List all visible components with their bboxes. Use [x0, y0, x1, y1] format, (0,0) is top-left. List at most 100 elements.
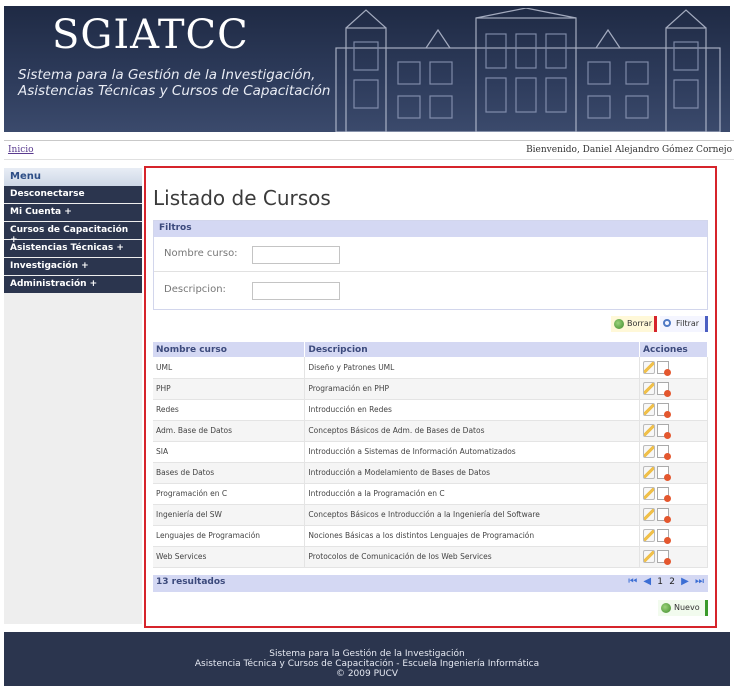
edit-icon[interactable]	[643, 487, 656, 500]
course-description-cell: Diseño y Patrones UML	[304, 357, 641, 379]
page-title: Listado de Cursos	[153, 186, 331, 210]
sidebar-item-administracion[interactable]: Administración +	[4, 276, 142, 293]
first-page-icon[interactable]: ⏮	[628, 576, 637, 587]
table-row: PHP Programación en PHP	[153, 378, 708, 400]
edit-icon[interactable]	[643, 360, 656, 374]
filter-row-nombre: Nombre curso:	[154, 238, 707, 272]
filters-panel: Filtros Nombre curso: Descripcion:	[153, 220, 708, 310]
nuevo-button[interactable]: Nuevo	[658, 600, 708, 616]
borrar-label: Borrar	[627, 319, 653, 328]
courses-table: Nombre curso Descripcion Acciones UML Dis…	[153, 342, 708, 568]
delete-icon[interactable]	[657, 508, 672, 523]
table-row: Lenguajes de Programación Nociones Básica…	[153, 525, 708, 547]
course-name-cell: Programación en C	[153, 483, 306, 505]
header-nombre-curso[interactable]: Nombre curso	[153, 342, 306, 357]
table-row: Ingeniería del SW Conceptos Básicos e Int…	[153, 504, 708, 526]
course-description-cell: Programación en PHP	[304, 378, 641, 400]
table-row: Bases de Datos Introducción a Modelamient…	[153, 462, 708, 484]
delete-icon[interactable]	[657, 445, 672, 460]
table-body: UML Diseño y Patrones UML PHP Programación …	[153, 357, 708, 568]
course-name-cell: PHP	[153, 378, 306, 400]
delete-icon[interactable]	[657, 360, 672, 376]
descripcion-label: Descripcion:	[164, 284, 226, 295]
actions-cell	[639, 525, 708, 547]
course-description-cell: Nociones Básicas a los distintos Lenguaj…	[304, 525, 641, 547]
delete-icon[interactable]	[657, 382, 672, 397]
menu-title: Menu	[4, 168, 142, 186]
page-2-link[interactable]: 2	[669, 577, 675, 587]
course-description-cell: Protocolos de Comunicación de los Web Se…	[304, 546, 641, 568]
sidebar: Menu Desconectarse Mi Cuenta + Cursos de…	[4, 168, 142, 624]
sidebar-item-asistencias[interactable]: Asistencias Técnicas +	[4, 240, 142, 257]
next-page-icon[interactable]: ▶	[681, 576, 689, 587]
table-row: Programación en C Introducción a la Progr…	[153, 483, 708, 505]
main-content: Listado de Cursos Filtros Nombre curso: …	[144, 166, 717, 628]
table-row: SIA Introducción a Sistemas de Informació…	[153, 441, 708, 463]
edit-icon[interactable]	[643, 445, 656, 458]
sidebar-item-cursos[interactable]: Cursos de Capacitación +	[4, 222, 142, 245]
edit-icon[interactable]	[643, 508, 656, 521]
home-link[interactable]: Inicio	[8, 145, 34, 155]
table-header-row: Nombre curso Descripcion Acciones	[153, 342, 708, 357]
table-footer: 13 resultados ⏮ ◀ 1 2 ▶ ⏭	[153, 575, 708, 592]
course-name-cell: SIA	[153, 441, 306, 463]
delete-icon[interactable]	[657, 403, 672, 418]
sidebar-item-investigacion[interactable]: Investigación +	[4, 258, 142, 275]
search-icon	[663, 319, 671, 327]
table-row: Redes Introducción en Redes	[153, 399, 708, 421]
course-description-cell: Introducción a la Programación en C	[304, 483, 641, 505]
last-page-icon[interactable]: ⏭	[695, 576, 704, 587]
edit-icon[interactable]	[643, 529, 656, 542]
clear-icon	[614, 319, 624, 329]
descripcion-input[interactable]	[252, 282, 340, 300]
footer-line-1: Sistema para la Gestión de la Investigac…	[269, 649, 465, 659]
sidebar-item-desconectarse[interactable]: Desconectarse	[4, 186, 142, 203]
nuevo-label: Nuevo	[674, 603, 700, 612]
subtitle-line-2: Asistencias Técnicas y Cursos de Capacit…	[18, 83, 331, 99]
building-illustration	[335, 8, 721, 132]
table-row: Adm. Base de Datos Conceptos Básicos de A…	[153, 420, 708, 442]
nombre-curso-label: Nombre curso:	[164, 248, 238, 259]
course-name-cell: Lenguajes de Programación	[153, 525, 306, 547]
course-name-cell: Adm. Base de Datos	[153, 420, 306, 442]
prev-page-icon[interactable]: ◀	[643, 576, 651, 587]
delete-icon[interactable]	[657, 466, 672, 481]
actions-cell	[639, 441, 708, 463]
page-1-link[interactable]: 1	[657, 577, 663, 587]
table-row: UML Diseño y Patrones UML	[153, 357, 708, 379]
sidebar-item-mi-cuenta[interactable]: Mi Cuenta +	[4, 204, 142, 221]
header-descripcion[interactable]: Descripcion	[304, 342, 641, 357]
actions-cell	[639, 420, 708, 442]
actions-cell	[639, 357, 708, 379]
filtrar-label: Filtrar	[676, 319, 700, 328]
footer-line-3: © 2009 PUCV	[335, 669, 399, 679]
delete-icon[interactable]	[657, 424, 672, 439]
pager: ⏮ ◀ 1 2 ▶ ⏭	[625, 576, 704, 587]
edit-icon[interactable]	[643, 424, 656, 437]
top-bar: Inicio Bienvenido, Daniel Alejandro Góme…	[4, 140, 734, 160]
edit-icon[interactable]	[643, 382, 656, 395]
filtrar-button[interactable]: Filtrar	[660, 316, 708, 332]
course-name-cell: UML	[153, 357, 306, 379]
edit-icon[interactable]	[643, 403, 656, 416]
filters-header: Filtros	[154, 221, 707, 237]
actions-cell	[639, 504, 708, 526]
actions-cell	[639, 546, 708, 568]
course-description-cell: Conceptos Básicos de Adm. de Bases de Da…	[304, 420, 641, 442]
course-name-cell: Web Services	[153, 546, 306, 568]
edit-icon[interactable]	[643, 466, 656, 479]
site-logo: SGIATCC	[52, 12, 249, 58]
site-subtitle: Sistema para la Gestión de la Investigac…	[18, 67, 338, 99]
actions-cell	[639, 378, 708, 400]
nombre-curso-input[interactable]	[252, 246, 340, 264]
edit-icon[interactable]	[643, 550, 656, 563]
delete-icon[interactable]	[657, 529, 672, 544]
course-name-cell: Bases de Datos	[153, 462, 306, 484]
actions-cell	[639, 399, 708, 421]
course-description-cell: Introducción a Modelamiento de Bases de …	[304, 462, 641, 484]
course-description-cell: Introducción a Sistemas de Información A…	[304, 441, 641, 463]
filter-row-descripcion: Descripcion:	[154, 274, 707, 308]
delete-icon[interactable]	[657, 487, 672, 502]
borrar-button[interactable]: Borrar	[611, 316, 657, 332]
delete-icon[interactable]	[657, 550, 672, 565]
